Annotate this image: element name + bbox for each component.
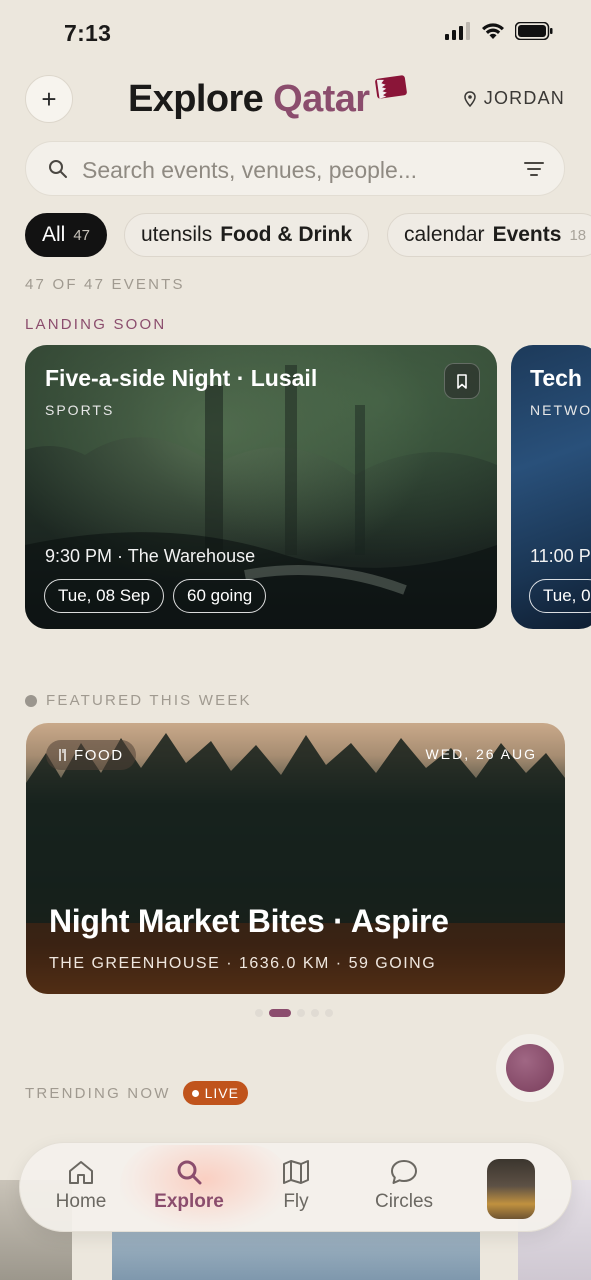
chat-bubble-icon [391,1160,417,1184]
search-bar[interactable]: Search events, venues, people... [25,141,565,196]
carousel-dot[interactable] [297,1009,305,1017]
carousel-dots[interactable] [255,1009,333,1017]
search-icon [49,160,67,178]
featured-title: Night Market Bites · Aspire [49,903,449,939]
tab-explore[interactable]: Explore [144,1159,234,1213]
header: + Explore Qatar JORDAN [0,74,591,126]
live-badge: LIVE [182,1081,248,1105]
live-badge-label: LIVE [204,1085,239,1101]
chip-food-drink[interactable]: utensils Food & Drink [124,213,370,257]
chip-events[interactable]: calendar Events 18 [387,213,591,257]
chip-label: Events [492,223,562,246]
chip-all[interactable]: All 47 [25,213,108,257]
status-icons [445,22,553,40]
carousel-dot[interactable] [311,1009,319,1017]
featured-card[interactable]: FOOD WED, 26 AUG Night Market Bites · As… [26,723,565,994]
tab-label: Home [55,1191,107,1212]
tab-label: Explore [154,1191,224,1212]
event-card[interactable]: Five-a-side Night · Lusail SPORTS 9:30 P… [25,345,497,629]
status-bar: 7:13 [0,0,591,64]
section-featured: FEATURED THIS WEEK [25,692,252,709]
bookmark-icon [457,373,467,389]
event-date-pill: Tue, 08 Sep [44,579,164,613]
carousel-dot[interactable] [255,1009,263,1017]
featured-label-text: FEATURED THIS WEEK [46,692,252,709]
plus-icon: + [41,83,57,114]
map-icon [283,1160,309,1184]
chip-count: 18 [569,226,587,244]
utensils-icon [59,749,66,761]
event-category: NETWOR [530,402,591,418]
wifi-icon [482,23,504,39]
add-button[interactable]: + [25,75,73,123]
section-landing-soon: LANDING SOON [25,316,167,333]
location-selector[interactable]: JORDAN [464,88,565,109]
chip-label: All [42,223,66,246]
tab-label: Circles [374,1191,434,1212]
tab-label: Fly [283,1191,309,1212]
carousel-dot[interactable] [325,1009,333,1017]
search-icon [177,1160,202,1185]
qatar-flag-icon [375,75,407,99]
chip-prefix: calendar [404,223,485,246]
profile-avatar[interactable] [487,1159,535,1219]
floating-action-button[interactable] [506,1044,554,1092]
trending-card[interactable] [112,1232,480,1280]
featured-date: WED, 26 AUG [425,746,537,762]
featured-dot-icon [25,694,37,707]
location-label: JORDAN [483,88,565,108]
search-input[interactable]: Search events, venues, people... [82,157,417,184]
title-accent: Qatar [273,78,370,120]
event-going-pill: 60 going [173,579,267,613]
live-dot-icon [191,1089,199,1097]
tab-circles[interactable]: Circles [359,1159,449,1213]
event-title: Tech [530,365,582,391]
carousel-dot-active[interactable] [269,1009,291,1017]
filter-chips: All 47 utensils Food & Drink calendar Ev… [25,213,591,257]
status-time: 7:13 [64,20,112,46]
tab-bar: Home Explore Fly Circles [19,1142,572,1232]
bookmark-button[interactable] [444,363,480,399]
cellular-signal-icon [445,22,470,40]
events-count: 47 OF 47 EVENTS [25,276,185,293]
section-trending: TRENDING NOW LIVE [25,1081,248,1105]
event-time: 11:00 P [530,546,591,566]
featured-category: FOOD [74,746,124,764]
chip-label: Food & Drink [220,223,353,246]
title-prefix: Explore [128,78,264,120]
battery-icon [515,22,553,40]
tab-home[interactable]: Home [36,1159,126,1213]
event-category: SPORTS [45,402,115,418]
featured-category-chip: FOOD [46,740,136,770]
chip-prefix: utensils [141,223,213,246]
trending-label: TRENDING NOW [25,1084,171,1102]
event-title: Five-a-side Night · Lusail [45,365,318,391]
home-icon [69,1161,93,1184]
chip-count: 47 [73,226,91,244]
featured-subtitle: THE GREENHOUSE · 1636.0 KM · 59 GOING [49,955,437,972]
tab-fly[interactable]: Fly [251,1159,341,1213]
page-title: Explore Qatar [128,78,370,121]
event-time: 9:30 PM · The Warehouse [45,546,256,566]
location-pin-icon [464,90,476,107]
event-date-pill: Tue, 0 [529,579,591,613]
event-card[interactable]: Tech NETWOR 11:00 P Tue, 0 [511,345,591,629]
filter-icon[interactable] [524,161,544,177]
